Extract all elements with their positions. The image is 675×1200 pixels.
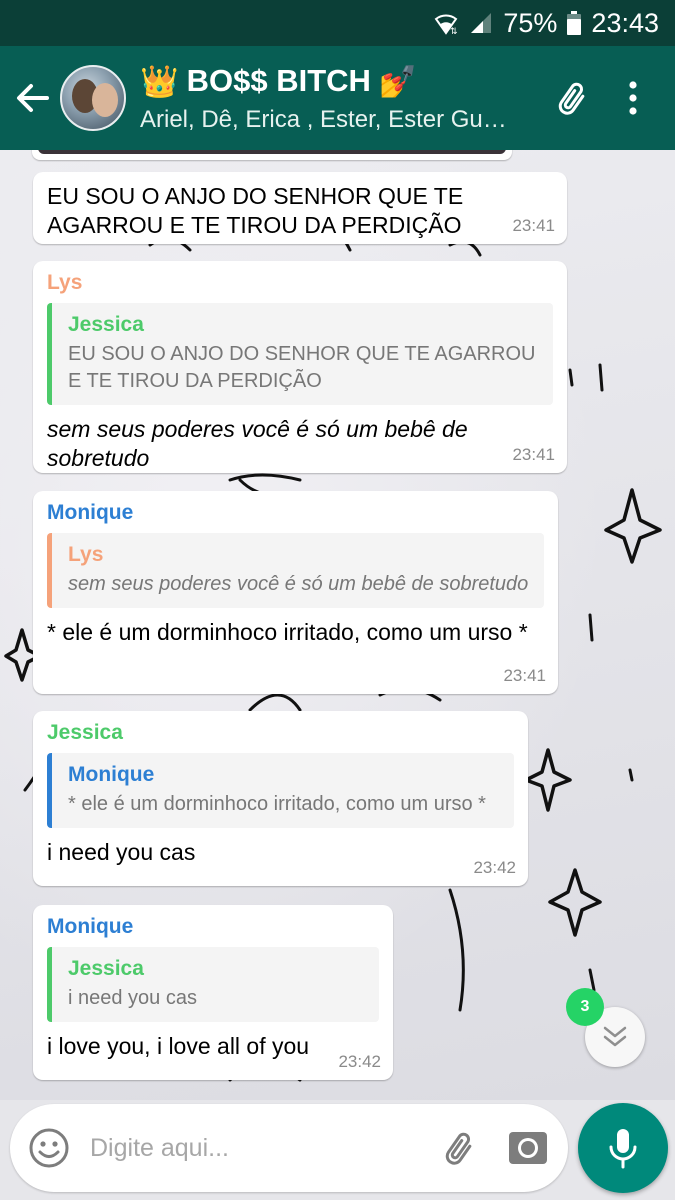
composer [10, 1104, 568, 1192]
battery-percent: 75% [503, 7, 558, 38]
message-list[interactable]: EU SOU O ANJO DO SENHOR QUE TE AGARROU E… [0, 150, 675, 1100]
message-time: 23:41 [512, 445, 555, 464]
message-text: i need you cas [47, 839, 196, 865]
participants-list: Ariel, Dê, Erica , Ester, Ester Gued... [140, 105, 520, 133]
status-time: 23:43 [591, 7, 659, 38]
signal-icon [469, 11, 493, 35]
message-bubble[interactable]: Monique Jessica i need you cas i love yo… [33, 905, 393, 1080]
attach-file-button[interactable] [432, 1120, 488, 1176]
emoji-button[interactable] [28, 1127, 70, 1169]
quoted-message[interactable]: Monique * ele é um dorminhoco irritado, … [47, 753, 514, 828]
message-text: * ele é um dorminhoco irritado, como um … [47, 619, 528, 645]
more-vert-icon [629, 81, 637, 115]
paperclip-icon [445, 1132, 472, 1165]
group-avatar[interactable] [60, 65, 126, 131]
message-bubble[interactable]: Lys Jessica EU SOU O ANJO DO SENHOR QUE … [33, 261, 567, 473]
voice-record-button[interactable] [578, 1103, 668, 1193]
message-text: sem seus poderes você é só um bebê de so… [47, 416, 468, 471]
quoted-message[interactable]: Jessica i need you cas [47, 947, 379, 1022]
paperclip-icon [558, 82, 585, 115]
message-time: 23:42 [338, 1052, 381, 1071]
quoted-message[interactable]: Jessica EU SOU O ANJO DO SENHOR QUE TE A… [47, 303, 553, 405]
message-input[interactable] [90, 1133, 432, 1163]
camera-button[interactable] [500, 1120, 556, 1176]
chat-title-text: BO$$ BITCH [186, 63, 371, 98]
message-time: 23:41 [512, 216, 555, 235]
camera-icon [509, 1132, 547, 1164]
attach-button[interactable] [543, 46, 603, 150]
message-bubble[interactable]: Jessica Monique * ele é um dorminhoco ir… [33, 711, 528, 886]
back-button[interactable] [4, 46, 60, 150]
svg-text:⇅: ⇅ [450, 27, 458, 35]
chat-info[interactable]: 👑 BO$$ BITCH 💅 Ariel, Dê, Erica , Ester,… [140, 63, 543, 134]
quoted-text: EU SOU O ANJO DO SENHOR QUE TE AGARROU E… [68, 343, 536, 392]
unread-count-badge: 3 [566, 988, 604, 1026]
chevron-double-down-icon [603, 1026, 627, 1047]
arrow-left-icon [17, 84, 49, 112]
sender-name: Monique [47, 915, 134, 938]
message-text: i love you, i love all of you [47, 1033, 310, 1059]
image-thumbnail[interactable] [38, 150, 506, 154]
message-time: 23:42 [473, 858, 516, 877]
message-bubble[interactable]: EU SOU O ANJO DO SENHOR QUE TE AGARROU E… [33, 172, 567, 244]
quoted-sender: Jessica [68, 957, 144, 980]
quoted-sender: Lys [68, 543, 104, 566]
wifi-icon: ⇅ [433, 11, 459, 35]
battery-icon [567, 11, 582, 35]
message-bubble[interactable]: Monique Lys sem seus poderes você é só u… [33, 491, 558, 694]
mic-icon [609, 1129, 637, 1169]
nail-polish-emoji: 💅 [378, 63, 418, 99]
menu-button[interactable] [603, 46, 663, 150]
quoted-text: * ele é um dorminhoco irritado, como um … [68, 793, 486, 815]
quoted-text: i need you cas [68, 987, 197, 1009]
chat-title: 👑 BO$$ BITCH 💅 [140, 63, 543, 100]
quoted-message[interactable]: Lys sem seus poderes você é só um bebê d… [47, 533, 544, 608]
message-text: EU SOU O ANJO DO SENHOR QUE TE AGARROU E… [47, 183, 464, 238]
quoted-sender: Monique [68, 763, 155, 786]
sender-name: Jessica [47, 721, 123, 744]
quoted-sender: Jessica [68, 313, 144, 336]
quoted-text: sem seus poderes você é só um bebê de so… [68, 573, 529, 595]
smiley-icon [29, 1128, 69, 1168]
image-message-tail[interactable] [32, 150, 512, 160]
sender-name: Monique [47, 501, 134, 524]
crown-emoji: 👑 [140, 63, 179, 99]
message-time: 23:41 [503, 666, 546, 685]
sender-name: Lys [47, 271, 83, 294]
chat-header: 👑 BO$$ BITCH 💅 Ariel, Dê, Erica , Ester,… [0, 46, 675, 150]
status-bar: ⇅ 75% 23:43 [0, 0, 675, 46]
